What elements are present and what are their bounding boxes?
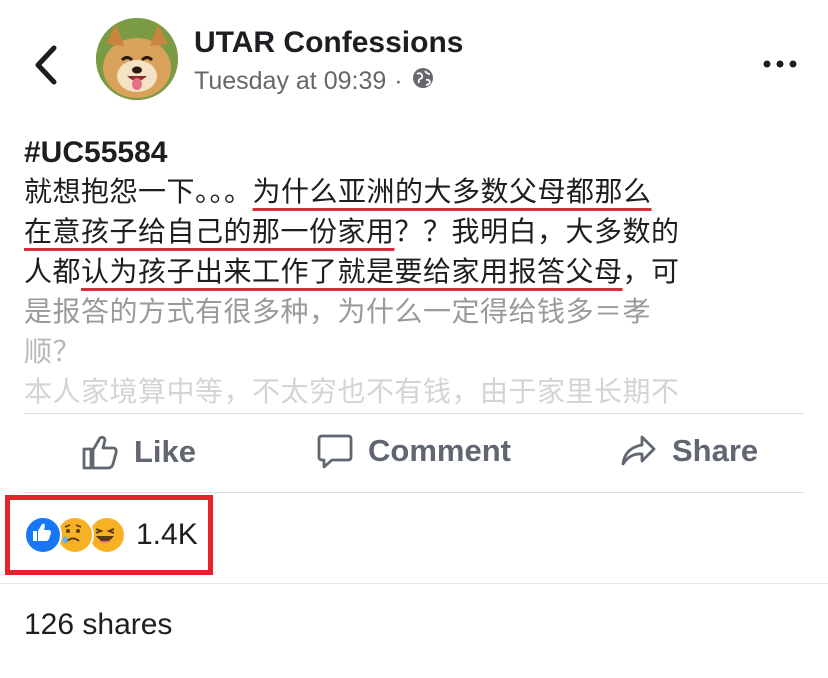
comment-button[interactable]: Comment <box>316 432 511 470</box>
underlined-text: 在意孩子给自己的那一份家用 <box>24 215 395 248</box>
post-line-3: 人都认为孩子出来工作了就是要给家用报答父母，可 <box>24 252 804 292</box>
divider <box>0 583 828 584</box>
share-label: Share <box>672 433 759 468</box>
divider <box>24 492 804 493</box>
action-bar: Like Comment Share <box>0 418 828 492</box>
share-count[interactable]: 126 shares <box>24 608 172 642</box>
post-hashtag[interactable]: #UC55584 <box>24 134 804 172</box>
page-name[interactable]: UTAR Confessions <box>194 26 463 60</box>
underlined-text: 为什么亚洲的大多数父母都那么 <box>252 175 652 208</box>
avatar[interactable] <box>96 18 178 100</box>
post-header: UTAR Confessions Tuesday at 09:39 · <box>0 0 828 120</box>
globe-icon <box>411 66 435 97</box>
post-meta: Tuesday at 09:39 · <box>194 66 435 97</box>
timestamp[interactable]: Tuesday at 09:39 <box>194 67 386 96</box>
like-reaction-icon <box>24 516 62 554</box>
like-button[interactable]: Like <box>80 432 196 472</box>
post-text: ？？我明白，大多数的 <box>394 215 680 248</box>
post-text: 就想抱怨一下。。。 <box>24 175 253 208</box>
comment-label: Comment <box>368 433 511 468</box>
post-text: ，可 <box>622 255 680 288</box>
thumbs-up-icon <box>82 435 118 470</box>
post-text: 人都 <box>24 255 82 288</box>
post-line-6: 本人家境算中等，不太穷也不有钱，由于家里长期不 <box>24 375 680 408</box>
back-arrow-icon[interactable] <box>26 40 66 90</box>
meta-separator: · <box>394 67 403 95</box>
divider <box>24 413 804 414</box>
comment-icon <box>317 434 353 469</box>
post-line-5: 顺？ <box>24 335 82 368</box>
like-label: Like <box>134 434 197 469</box>
more-options-icon[interactable] <box>760 52 800 76</box>
post-line-4: 是报答的方式有很多种，为什么一定得给钱多＝孝 <box>24 295 652 328</box>
post-body: #UC55584 就想抱怨一下。。。为什么亚洲的大多数父母都那么 在意孩子给自己… <box>24 134 804 412</box>
post-line-1: 就想抱怨一下。。。为什么亚洲的大多数父母都那么 <box>24 172 804 212</box>
share-icon <box>621 435 656 466</box>
underlined-text: 认为孩子出来工作了就是要给家用报答父母 <box>81 255 623 288</box>
share-button[interactable]: Share <box>620 432 758 470</box>
post-line-2: 在意孩子给自己的那一份家用？？我明白，大多数的 <box>24 212 804 252</box>
